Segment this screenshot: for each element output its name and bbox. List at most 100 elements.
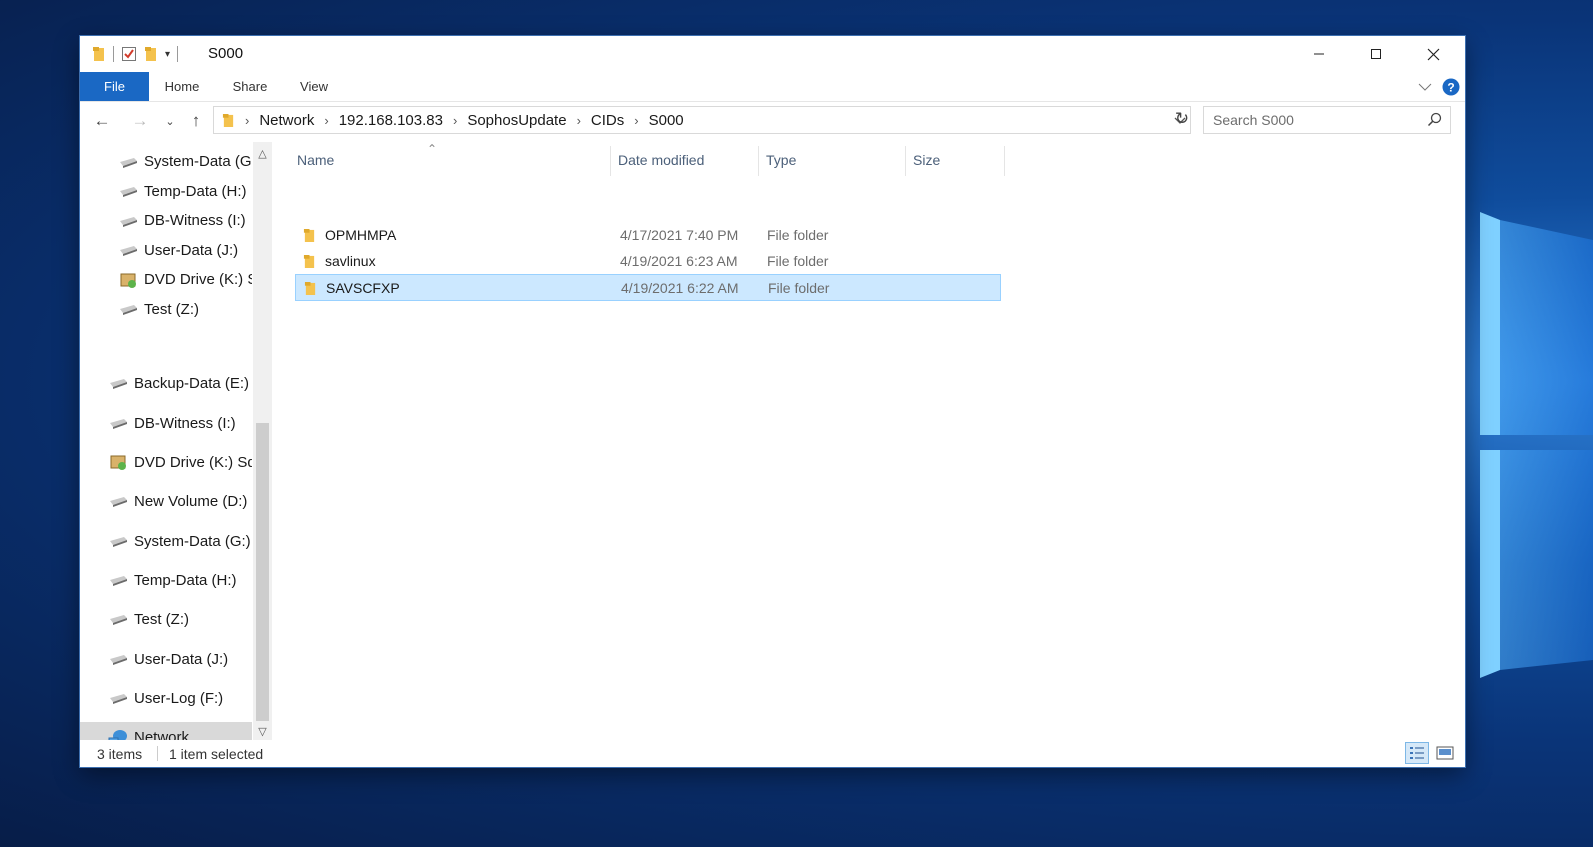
drive-icon [118,213,138,229]
minimize-button[interactable] [1290,36,1347,72]
nav-item-label: DVD Drive (K:) Sql [134,453,252,471]
details-view-button[interactable] [1405,742,1429,764]
maximize-button[interactable] [1347,36,1404,72]
search-box[interactable]: Search S000 [1203,106,1451,134]
drive-icon [118,183,138,199]
minimize-icon [1313,53,1324,55]
nav-item-label: Backup-Data (E:) [134,374,250,392]
nav-item-label: Temp-Data (H:) [134,571,237,589]
nav-item-system-data-g[interactable]: System-Data (G:) [80,147,252,176]
table-row[interactable]: OPMHMPA 4/17/2021 7:40 PM File folder [295,222,1001,249]
chevron-right-icon[interactable]: › [324,113,328,128]
chevron-right-icon: › [245,112,250,128]
nav-item-temp-data-h-2[interactable]: Temp-Data (H:) [80,561,252,599]
network-icon [108,729,128,740]
tab-home[interactable]: Home [158,72,206,101]
drive-icon [108,375,128,391]
drive-icon [108,415,128,431]
scroll-down-button[interactable]: ▽ [253,722,272,740]
address-bar[interactable]: › Network › 192.168.103.83 › SophosUpdat… [213,106,1191,134]
file-type: File folder [767,227,829,243]
file-name: OPMHMPA [325,227,397,243]
large-icons-view-button[interactable] [1433,742,1457,764]
status-bar: 3 items 1 item selected [80,740,1465,767]
column-divider[interactable] [1004,146,1005,176]
scroll-up-button[interactable]: △ [253,144,272,162]
folder-icon [303,229,315,242]
folder-icon [93,47,104,61]
tab-view[interactable]: View [293,72,335,101]
forward-button[interactable]: → [130,110,150,132]
nav-item-label: Temp-Data (H:) [144,182,247,200]
nav-item-test-z-2[interactable]: Test (Z:) [80,600,252,638]
drive-icon [108,572,128,588]
address-row: ← → ⌄ ↑ › Network › 192.168.103.83 › Sop… [80,102,1465,140]
nav-item-user-log-f[interactable]: User-Log (F:) [80,679,252,717]
nav-item-test-z[interactable]: Test (Z:) [80,294,252,324]
column-divider[interactable] [610,146,611,176]
back-button[interactable]: ← [92,110,112,132]
crumb-s000[interactable]: S000 [649,112,684,129]
crumb-network[interactable]: Network [259,112,314,129]
file-type: File folder [767,253,829,269]
column-header-date-modified[interactable]: Date modified [618,142,758,178]
quick-access-toolbar: ▾ [92,46,185,62]
chevron-right-icon[interactable]: › [577,113,581,128]
toolbar-separator [113,46,114,62]
large-icons-view-icon [1436,746,1454,760]
selection-count: 1 item selected [169,746,264,762]
file-list: ⌃ Name Date modified Type Size OPMHMPA 4… [272,142,1465,740]
nav-item-new-volume-d[interactable]: New Volume (D:) [80,482,252,520]
help-icon[interactable]: ? [1442,78,1460,96]
customize-toolbar-icon[interactable]: ▾ [165,49,170,60]
nav-item-dvd-drive-k-sql[interactable]: DVD Drive (K:) Sql [80,443,252,481]
crumb-cids[interactable]: CIDs [591,112,624,129]
properties-icon[interactable] [121,46,137,62]
nav-item-label: User-Log (F:) [134,689,224,707]
refresh-icon: ↻ [1174,109,1190,128]
file-explorer-window: ▾ S000 File Home Share View ? ← → ⌄ ↑ › [80,36,1465,767]
nav-item-user-data-j-2[interactable]: User-Data (J:) [80,640,252,678]
chevron-right-icon[interactable]: › [453,113,457,128]
nav-item-system-data-g-2[interactable]: System-Data (G:) [80,522,252,560]
nav-item-db-witness-i[interactable]: DB-Witness (I:) [80,206,252,235]
nav-item-user-data-j[interactable]: User-Data (J:) [80,235,252,265]
recent-locations-button[interactable]: ⌄ [160,110,180,132]
nav-item-label: User-Data (J:) [144,241,239,259]
folder-icon [304,282,316,295]
nav-item-db-witness-i-2[interactable]: DB-Witness (I:) [80,404,252,442]
new-folder-icon[interactable] [144,46,158,62]
toolbar-separator [177,46,179,62]
close-icon [1427,48,1440,60]
up-button[interactable]: ↑ [186,110,206,132]
file-type: File folder [768,280,830,296]
close-button[interactable] [1405,36,1462,72]
nav-item-label: DB-Witness (I:) [134,414,236,432]
nav-item-label: Test (Z:) [134,610,189,628]
nav-item-label: Test (Z:) [144,300,199,318]
column-header-type[interactable]: Type [766,142,906,178]
nav-item-network[interactable]: Network [80,722,252,740]
navigation-pane-scrollbar[interactable]: △ ▽ [253,142,272,740]
table-row[interactable]: savlinux 4/19/2021 6:23 AM File folder [295,248,1001,275]
tab-file[interactable]: File [80,72,149,101]
crumb-sophosupdate[interactable]: SophosUpdate [467,112,566,129]
chevron-right-icon[interactable]: › [634,113,638,128]
nav-item-dvd-drive-k[interactable]: DVD Drive (K:) S [80,265,252,294]
nav-item-backup-data-e[interactable]: Backup-Data (E:) [80,364,252,402]
column-divider[interactable] [905,146,906,176]
column-header-size[interactable]: Size [913,142,1003,178]
nav-item-temp-data-h[interactable]: Temp-Data (H:) [80,176,252,206]
refresh-button[interactable]: ↻ [1172,106,1192,132]
folder-icon [222,113,234,127]
table-row-selected[interactable]: SAVSCFXP 4/19/2021 6:22 AM File folder [295,274,1001,301]
column-header-name[interactable]: Name [297,142,612,178]
file-date-modified: 4/19/2021 6:23 AM [620,253,738,269]
crumb-host[interactable]: 192.168.103.83 [339,112,443,129]
drive-icon [108,651,128,667]
tab-share[interactable]: Share [228,72,272,101]
column-divider[interactable] [758,146,759,176]
scrollbar-thumb[interactable] [256,423,269,721]
expand-ribbon-icon[interactable] [1418,82,1432,92]
nav-item-label: DB-Witness (I:) [144,212,246,229]
